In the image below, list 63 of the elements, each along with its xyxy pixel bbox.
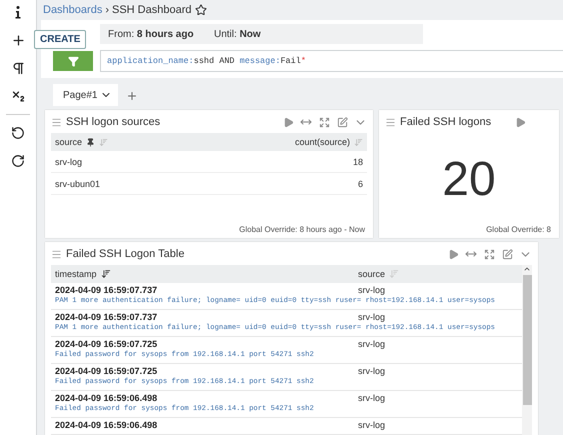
edit-icon bbox=[502, 248, 512, 260]
source-cell-text: srv-log bbox=[358, 393, 386, 405]
play-icon bbox=[282, 116, 294, 128]
menu-icon[interactable] bbox=[385, 116, 396, 128]
menu-icon[interactable] bbox=[51, 248, 62, 260]
widget-title: SSH logon sources bbox=[66, 116, 162, 128]
edit-icon bbox=[336, 116, 348, 128]
fullscreen-button[interactable] bbox=[482, 247, 496, 261]
query-field[interactable]: application_name:sshd AND message:Fail* bbox=[100, 50, 563, 72]
edit-button[interactable] bbox=[500, 247, 514, 261]
fullscreen-button[interactable] bbox=[317, 115, 331, 129]
from-field: From: 8 hours ago bbox=[108, 28, 214, 40]
menu-icon[interactable] bbox=[51, 116, 62, 128]
filter-button[interactable] bbox=[53, 51, 93, 71]
column-header[interactable]: source bbox=[358, 269, 386, 279]
undo-icon bbox=[11, 126, 25, 140]
column-header[interactable]: source bbox=[55, 137, 82, 147]
subscript-icon bbox=[10, 88, 26, 104]
override-note: Global Override: 8 bbox=[486, 225, 551, 234]
table-cell: 6 bbox=[358, 178, 363, 188]
column-header[interactable]: count(source) bbox=[294, 137, 350, 147]
source-cell-text: srv-log bbox=[358, 366, 386, 378]
timestamp-cell-text: 2024-04-09 16:59:07.737 bbox=[55, 285, 158, 296]
timestamp-cell-text: 2024-04-09 16:59:07.737 bbox=[55, 312, 158, 324]
filter-icon bbox=[68, 56, 78, 66]
expand-icon bbox=[484, 248, 494, 260]
chevron-up-icon[interactable] bbox=[523, 265, 531, 273]
plus-icon bbox=[10, 32, 26, 48]
metric-value: 20 bbox=[442, 152, 496, 206]
expand-icon bbox=[318, 116, 330, 128]
source-cell-text: srv-log bbox=[358, 339, 386, 351]
pilcrow-icon bbox=[10, 60, 26, 76]
breadcrumb-separator: › bbox=[105, 4, 109, 16]
timestamp-cell-text: 2024-04-09 16:59:06.498 bbox=[55, 420, 158, 432]
table-cell: 18 bbox=[352, 156, 363, 166]
column-header[interactable]: timestamp bbox=[55, 269, 97, 279]
widget-title: Failed SSH Logon Table bbox=[66, 248, 186, 260]
plus-icon bbox=[126, 90, 138, 102]
redo-icon bbox=[11, 154, 25, 168]
widget-title: Failed SSH logons bbox=[400, 116, 492, 128]
source-cell-text: srv-log bbox=[358, 420, 386, 432]
time-range-bar[interactable]: From: 8 hours ago Until: Now bbox=[100, 24, 423, 44]
timestamp-cell-text: 2024-04-09 16:59:07.725 bbox=[55, 366, 158, 378]
table-cell: srv-log bbox=[55, 156, 82, 166]
sort-icon[interactable] bbox=[100, 269, 111, 279]
dashboard-title: SSH Dashboard bbox=[112, 4, 192, 16]
scrollbar[interactable] bbox=[522, 265, 532, 435]
source-cell-text: srv-log bbox=[358, 285, 386, 296]
info-icon bbox=[15, 6, 21, 18]
create-tooltip: CREATE bbox=[34, 30, 86, 49]
override-note: Global Override: 8 hours ago - Now bbox=[239, 225, 365, 234]
until-field: Until: Now bbox=[214, 28, 314, 40]
table-cell: srv-ubun01 bbox=[55, 178, 100, 188]
pin-icon[interactable] bbox=[86, 138, 96, 146]
edit-button[interactable] bbox=[335, 115, 349, 129]
play-icon bbox=[514, 116, 526, 128]
star-icon[interactable] bbox=[194, 4, 206, 16]
breadcrumb-link[interactable]: Dashboards bbox=[43, 4, 102, 16]
timestamp-cell-text: 2024-04-09 16:59:06.498 bbox=[55, 393, 158, 404]
source-cell-text: srv-log bbox=[358, 312, 386, 324]
play-icon bbox=[448, 248, 458, 260]
page-tab[interactable]: Page#1 bbox=[53, 84, 118, 106]
timestamp-cell-text: 2024-04-09 16:59:07.725 bbox=[55, 339, 158, 350]
